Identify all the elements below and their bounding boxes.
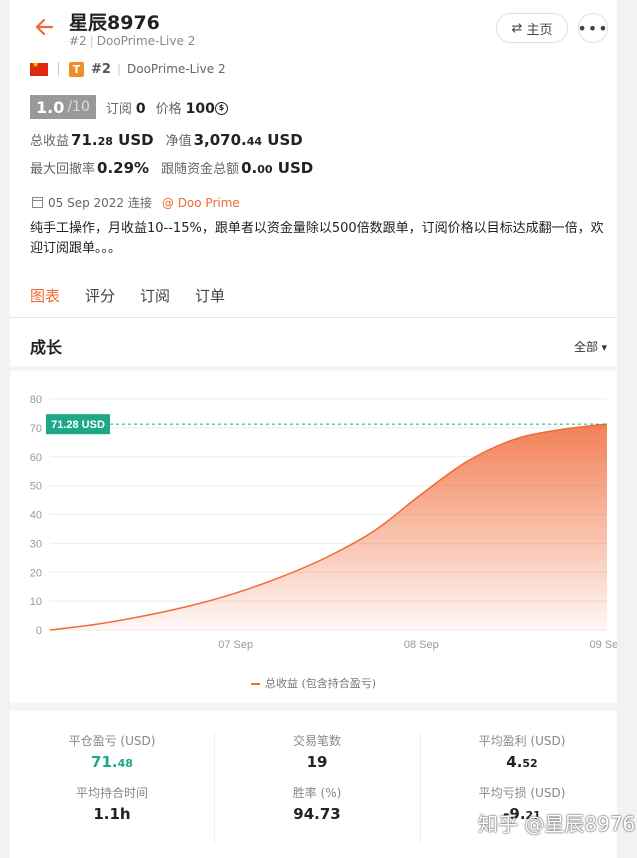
stat-trade-count: 交易笔数 19 <box>292 734 341 771</box>
home-button-label: 主页 <box>526 22 553 38</box>
y-tick-label: 70 <box>30 423 42 435</box>
tab-chart[interactable]: 图表 <box>30 285 61 319</box>
legend-label: 总收益 (包含持合盈亏) <box>264 677 377 690</box>
more-button[interactable]: ••• <box>577 13 609 43</box>
connection-row: 05 Sep 2022 连接 @ Doo Prime <box>32 194 240 211</box>
y-tick-label: 80 <box>30 394 42 406</box>
stat-closed-pnl: 平仓盈亏 (USD) 71.48 <box>68 734 156 771</box>
coin-icon: $ <box>214 102 228 115</box>
tab-subscribe[interactable]: 订阅 <box>140 285 170 319</box>
type-badge: T <box>69 61 84 77</box>
china-flag-icon <box>30 60 48 76</box>
drawdown-row: 最大回撤率 0.29% 跟随资金总额 0.00 USD <box>30 159 314 177</box>
tab-orders[interactable]: 订单 <box>195 285 225 319</box>
stat-win-rate: 胜率 (%) 94.73 <box>292 786 342 823</box>
x-tick-label: 08 Sep <box>404 639 439 651</box>
max-drawdown-value: 0.29% <box>97 159 150 177</box>
growth-section-header: 成长 全部 <box>10 318 617 366</box>
y-tick-label: 0 <box>36 625 42 637</box>
tab-bar: 图表 评分 订阅 订单 <box>30 285 250 319</box>
y-tick-label: 10 <box>30 596 42 608</box>
strategy-description: 纯手工操作，月收益10--15%，跟单者以资金量除以500倍数跟单，订阅价格以目… <box>30 221 604 256</box>
back-arrow-icon[interactable] <box>32 14 58 40</box>
y-tick-label: 60 <box>30 452 42 464</box>
marker-label: 71.28 USD <box>51 419 105 431</box>
server-name: DooPrime-Live 2 <box>127 62 226 76</box>
growth-chart: 0 10 20 30 40 50 60 70 80 07 Sep 08 Sep 09 Sep 71.28… <box>30 394 617 651</box>
subscriptions: 订阅 0 <box>105 100 146 117</box>
section-title: 成长 <box>30 338 63 357</box>
page-title: 星辰8976 <box>69 12 160 34</box>
calendar-icon <box>32 197 43 208</box>
y-tick-label: 20 <box>30 567 42 579</box>
home-button[interactable]: ⇄ 主页 <box>496 13 568 43</box>
score-badge: 1.0/10 <box>30 95 96 119</box>
range-select[interactable]: 全部 <box>574 338 607 355</box>
rank-badge: #2 <box>91 61 111 77</box>
price: 价格 100 $ <box>156 98 228 117</box>
stat-avg-profit: 平均盈利 (USD) 4.52 <box>478 734 566 771</box>
more-dots-icon: ••• <box>577 18 609 38</box>
broker-link[interactable]: @ Doo Prime <box>162 196 240 210</box>
y-tick-label: 40 <box>30 510 42 522</box>
header-subline: #2 | DooPrime-Live 2 <box>69 34 196 48</box>
y-tick-label: 50 <box>30 481 42 493</box>
header-server: DooPrime-Live 2 <box>96 34 196 48</box>
y-tick-label: 30 <box>30 538 42 550</box>
score-row: 1.0/10 订阅 0 价格 100 $ <box>30 95 238 119</box>
stat-avg-hold-time: 平均持合时间 1.1h <box>75 786 148 823</box>
follow-funds-value: 0.00 USD <box>241 159 314 177</box>
watermark: 知乎 @星辰8976 <box>478 812 636 836</box>
profit-row: 总收益 71.28 USD 净值 3,070.44 USD <box>30 131 303 149</box>
trader-profile-page: 星辰8976 #2|DooPrime-Live 2 ⇄ 主页 ••• T #2 … <box>10 0 617 858</box>
chart-legend: 总收益 (包含持合盈亏) <box>10 675 617 691</box>
connection-date: 05 Sep 2022 连接 <box>48 196 152 210</box>
legend-swatch <box>250 683 260 685</box>
equity-value: 3,070.44 USD <box>193 131 303 149</box>
header: 星辰8976 #2 | DooPrime-Live 2 ⇄ 主页 ••• <box>10 0 617 54</box>
badge-row: T #2 | DooPrime-Live 2 <box>30 59 226 79</box>
tab-rating[interactable]: 评分 <box>85 285 115 319</box>
total-profit-value: 71.28 USD <box>71 131 154 149</box>
header-rank: #2 <box>69 34 87 48</box>
x-tick-label: 09 Sep <box>590 639 617 651</box>
swap-icon: ⇄ <box>511 20 523 36</box>
x-tick-label: 07 Sep <box>218 639 253 651</box>
series-area <box>50 424 607 630</box>
